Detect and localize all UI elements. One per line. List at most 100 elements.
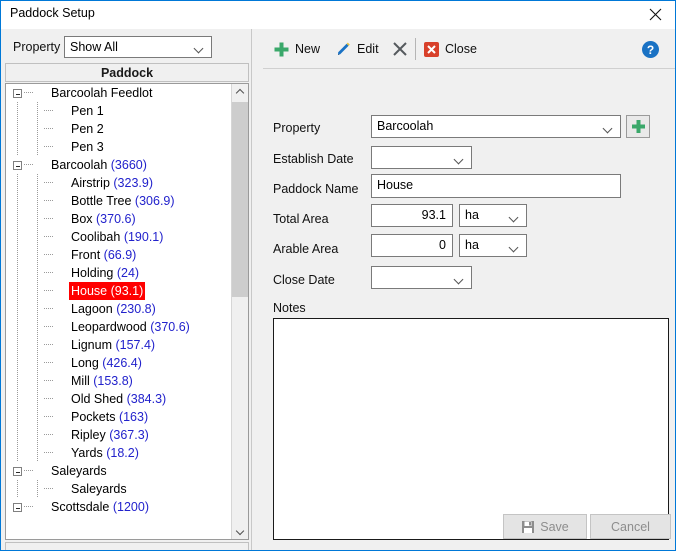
tree-item[interactable]: Pen 2 <box>6 120 232 138</box>
tree-item[interactable]: Bottle Tree (306.9) <box>6 192 232 210</box>
tree-item[interactable]: Lignum (157.4) <box>6 336 232 354</box>
expander-collapse-icon[interactable] <box>13 89 22 98</box>
scroll-up-button[interactable] <box>232 84 248 101</box>
expander-collapse-icon[interactable] <box>13 503 22 512</box>
tree-guide-line <box>37 480 38 498</box>
tree-guide-line <box>44 272 54 273</box>
tree-item[interactable]: Saleyards <box>6 480 232 498</box>
delete-button[interactable] <box>391 35 414 63</box>
close-date-picker[interactable] <box>371 266 472 289</box>
tree-item-area: (163) <box>115 410 149 424</box>
tree-guide-line <box>44 128 54 129</box>
tree-item-area: (153.8) <box>89 374 133 388</box>
tree-item[interactable]: Old Shed (384.3) <box>6 390 232 408</box>
total-area-input[interactable]: 93.1 <box>371 204 453 227</box>
tree-guide-line <box>44 398 54 399</box>
window-close-button[interactable] <box>640 2 670 26</box>
edit-button[interactable]: Edit <box>335 35 379 63</box>
tree-item[interactable]: Pen 1 <box>6 102 232 120</box>
tree-guide-line <box>37 444 38 462</box>
total-area-unit-dropdown[interactable]: ha <box>459 204 527 227</box>
establish-date-picker[interactable] <box>371 146 472 169</box>
save-button[interactable]: Save <box>503 514 587 539</box>
chevron-down-icon <box>195 45 204 50</box>
tree-guide-line <box>37 372 38 390</box>
arable-area-unit-dropdown[interactable]: ha <box>459 234 527 257</box>
tree-item[interactable]: Saleyards <box>6 462 232 480</box>
tree-item[interactable]: Lagoon (230.8) <box>6 300 232 318</box>
tree-item[interactable]: Ripley (367.3) <box>6 426 232 444</box>
tree-guide-line <box>17 354 18 372</box>
tree-guide-line <box>37 354 38 372</box>
tree-guide-line <box>17 300 18 318</box>
tree-item[interactable]: Front (66.9) <box>6 246 232 264</box>
tree-item[interactable]: Airstrip (323.9) <box>6 174 232 192</box>
add-property-button[interactable] <box>626 115 650 138</box>
expander-collapse-icon[interactable] <box>13 161 22 170</box>
expander-collapse-icon[interactable] <box>13 467 22 476</box>
tree-item[interactable]: Yards (18.2) <box>6 444 232 462</box>
tree-item-area: (24) <box>113 266 140 280</box>
property-dropdown[interactable]: Barcoolah <box>371 115 621 138</box>
paddock-detail-panel: New Edit Close ? Property Barcoolah Esta… <box>263 29 675 550</box>
total-area-unit-value: ha <box>465 208 479 222</box>
chevron-down-icon <box>510 214 519 219</box>
tree-item[interactable]: Scottsdale (1200) <box>6 498 232 516</box>
paddock-setup-window: Paddock Setup Property Show All Paddock … <box>0 0 676 551</box>
tree-item-label: Pockets (163) <box>71 410 149 424</box>
save-button-label: Save <box>540 519 569 534</box>
tree-guide-line <box>44 236 54 237</box>
chevron-down-icon <box>455 276 464 281</box>
tree-item[interactable]: Barcoolah Feedlot <box>6 84 232 102</box>
cancel-button-label: Cancel <box>611 519 650 534</box>
tree-item-label: Ripley (367.3) <box>71 428 149 442</box>
property-filter-dropdown[interactable]: Show All <box>64 36 212 58</box>
cancel-button[interactable]: Cancel <box>590 514 671 539</box>
tree-item[interactable]: House (93.1) <box>6 282 232 300</box>
tree-item-label: Lignum (157.4) <box>71 338 156 352</box>
tree-item[interactable]: Box (370.6) <box>6 210 232 228</box>
paddock-tree-rows: Barcoolah Feedlot Pen 1 Pen 2 Pen 3 Barcoola… <box>6 84 232 539</box>
tree-item[interactable]: Pen 3 <box>6 138 232 156</box>
panel-splitter[interactable] <box>252 29 263 550</box>
scroll-down-button[interactable] <box>232 522 248 539</box>
paddock-name-input[interactable]: House <box>371 174 621 198</box>
tree-item[interactable]: Holding (24) <box>6 264 232 282</box>
paddock-tree[interactable]: Barcoolah Feedlot Pen 1 Pen 2 Pen 3 Barcoola… <box>5 83 249 540</box>
notes-textarea[interactable] <box>273 318 669 540</box>
scrollbar-thumb[interactable] <box>232 102 248 297</box>
tree-guide-line <box>37 264 38 282</box>
tree-item[interactable]: Barcoolah (3660) <box>6 156 232 174</box>
tree-guide-line <box>44 416 54 417</box>
tree-item[interactable]: Long (426.4) <box>6 354 232 372</box>
property-filter-label: Property <box>13 40 61 54</box>
tree-item-label: Pen 1 <box>71 104 104 118</box>
paddock-tree-scrollbar[interactable] <box>231 84 248 539</box>
tree-item[interactable]: Leopardwood (370.6) <box>6 318 232 336</box>
tree-guide-line <box>17 102 18 120</box>
tree-guide-line <box>44 344 54 345</box>
tree-item-label: Saleyards <box>71 482 127 496</box>
arable-area-unit-value: ha <box>465 238 479 252</box>
tree-item-label: Lagoon (230.8) <box>71 302 156 316</box>
tree-item-label: Saleyards <box>51 464 107 478</box>
tree-guide-line <box>44 308 54 309</box>
tree-item[interactable]: Mill (153.8) <box>6 372 232 390</box>
close-button[interactable]: Close <box>423 35 477 63</box>
tree-guide-line <box>17 192 18 210</box>
tree-item-area: (66.9) <box>100 248 137 262</box>
title-bar: Paddock Setup <box>1 1 675 29</box>
window-title: Paddock Setup <box>10 6 95 20</box>
tree-guide-line <box>17 336 18 354</box>
tree-item-area: (306.9) <box>131 194 175 208</box>
help-button[interactable]: ? <box>641 35 665 63</box>
tree-item[interactable]: Pockets (163) <box>6 408 232 426</box>
tree-guide-line <box>37 426 38 444</box>
paddock-name-value: House <box>377 178 414 192</box>
arable-area-input[interactable]: 0 <box>371 234 453 257</box>
arable-area-value: 0 <box>439 238 446 252</box>
tree-item[interactable]: Coolibah (190.1) <box>6 228 232 246</box>
new-button[interactable]: New <box>273 35 320 63</box>
plus-icon <box>631 120 645 133</box>
tree-guide-line <box>17 210 18 228</box>
